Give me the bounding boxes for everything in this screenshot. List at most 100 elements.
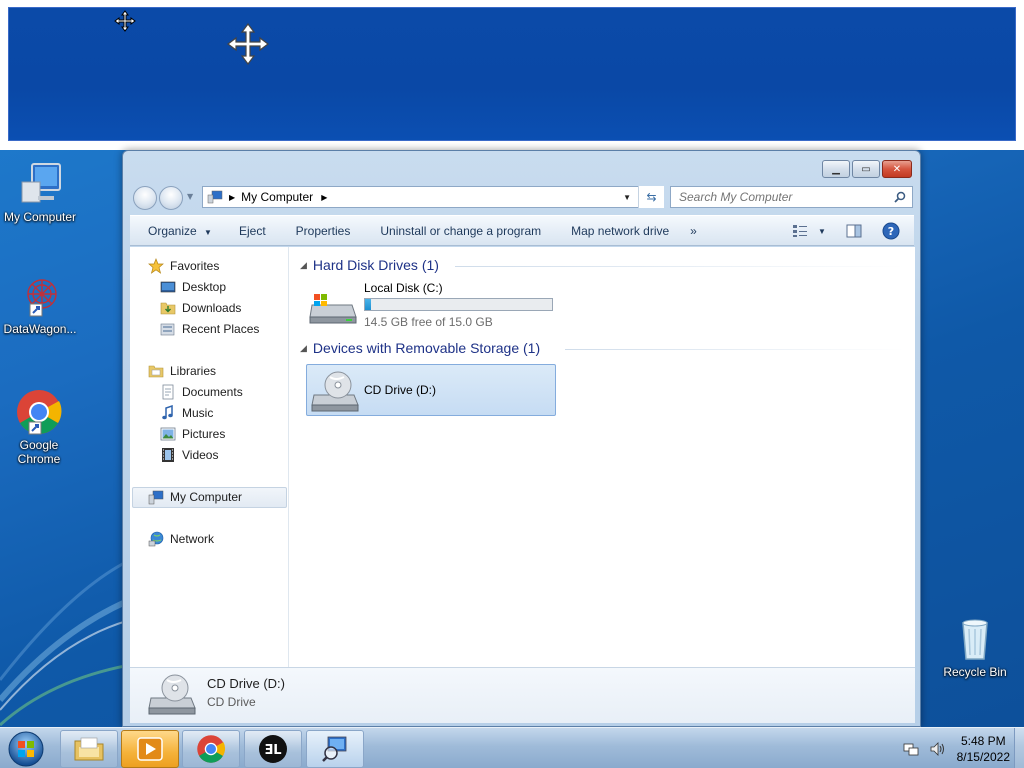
drive-cd-d[interactable]: CD Drive (D:): [306, 364, 556, 416]
back-button[interactable]: [133, 186, 157, 210]
forward-button[interactable]: [159, 186, 183, 210]
nav-label: Pictures: [182, 427, 226, 441]
breadcrumb-my-computer[interactable]: My Computer: [241, 190, 313, 204]
svg-text:ƎL: ƎL: [264, 743, 281, 758]
desktop-icon-label: DataWagon...: [3, 322, 77, 336]
nav-label: Libraries: [170, 364, 217, 378]
nav-label: Desktop: [182, 280, 227, 294]
group-header-hard-disk-drives[interactable]: ◢ Hard Disk Drives (1): [300, 255, 439, 275]
group-title: Hard Disk Drives (1): [312, 257, 439, 273]
chrome-icon: [15, 388, 63, 436]
nav-libraries[interactable]: Libraries: [148, 361, 216, 381]
desktop-icon-my-computer[interactable]: My Computer: [0, 160, 80, 224]
help-icon[interactable]: ?: [882, 222, 900, 240]
eject-button[interactable]: Eject: [224, 224, 281, 238]
collapse-triangle-icon[interactable]: ◢: [300, 343, 307, 354]
drive-name: CD Drive (D:): [364, 383, 436, 397]
map-network-drive-button[interactable]: Map network drive: [556, 224, 684, 238]
taskbar: ƎL 5:48 PM 8/15/2022: [0, 727, 1024, 768]
collapse-triangle-icon[interactable]: ◢: [300, 260, 307, 271]
close-icon: ✕: [892, 163, 902, 175]
explorer-window[interactable]: ▁ ▭ ✕ ▼ ▶ My Computer ▶ ▼ ⇆ Organi: [122, 150, 921, 727]
desktop-icon-datawagon[interactable]: DataWagon...: [0, 272, 80, 336]
desktop-icon: [160, 279, 176, 295]
address-dropdown-icon[interactable]: ▼: [623, 193, 631, 202]
nav-downloads[interactable]: Downloads: [160, 298, 241, 318]
minimize-button[interactable]: ▁: [822, 160, 850, 178]
folder-icon: [74, 737, 104, 761]
network-icon: [148, 531, 164, 547]
move-cursor-icon: [114, 10, 136, 32]
nav-network[interactable]: Network: [148, 529, 214, 549]
command-bar: Organize ▼ Eject Properties Uninstall or…: [130, 215, 914, 246]
desktop-icon-recycle-bin[interactable]: Recycle Bin: [935, 615, 1015, 679]
recent-pages-dropdown-icon[interactable]: ▼: [187, 192, 193, 201]
overlay-window-body[interactable]: [8, 7, 1016, 141]
taskbar-file-explorer[interactable]: [60, 730, 118, 768]
group-title: Devices with Removable Storage (1): [312, 340, 541, 356]
system-tray: 5:48 PM 8/15/2022: [903, 728, 1010, 768]
drive-name: Local Disk (C:): [364, 281, 443, 295]
clock-date: 8/15/2022: [956, 749, 1010, 764]
maximize-button[interactable]: ▭: [852, 160, 880, 178]
clock[interactable]: 5:48 PM 8/15/2022: [957, 733, 1010, 765]
breadcrumb-separator-icon[interactable]: ▶: [229, 193, 235, 202]
preview-pane-icon[interactable]: [846, 224, 862, 238]
search-box[interactable]: [670, 186, 913, 208]
more-commands-button[interactable]: »: [684, 224, 712, 238]
volume-icon[interactable]: [929, 741, 947, 757]
documents-icon: [160, 384, 176, 400]
chrome-icon: [197, 735, 226, 763]
taskbar-media-player[interactable]: [121, 730, 179, 768]
nav-my-computer[interactable]: My Computer: [148, 487, 242, 507]
recycle-bin-icon: [951, 615, 999, 663]
drive-local-disk-c[interactable]: Local Disk (C:) 14.5 GB free of 15.0 GB: [308, 281, 558, 331]
computer-small-icon: [207, 190, 223, 204]
wallpaper-streaks: [0, 558, 130, 727]
taskbar-chrome[interactable]: [182, 730, 240, 768]
group-header-removable-storage[interactable]: ◢ Devices with Removable Storage (1): [300, 338, 540, 358]
computer-icon: [148, 489, 164, 505]
desktop-icon-label: My Computer: [3, 210, 77, 224]
desktop-icon-google-chrome[interactable]: Google Chrome: [0, 388, 78, 466]
recent-places-icon: [160, 321, 176, 337]
address-bar[interactable]: ▶ My Computer ▶ ▼: [202, 186, 664, 208]
drive-usage-bar: [364, 298, 553, 311]
file-list[interactable]: ◢ Hard Disk Drives (1) Local Disk (C:) 1…: [290, 247, 915, 667]
search-input[interactable]: [671, 187, 886, 207]
organize-label: Organize: [148, 223, 197, 238]
change-view-button[interactable]: ▼: [792, 224, 826, 238]
nav-documents[interactable]: Documents: [160, 382, 243, 402]
group-divider: [455, 266, 905, 267]
nav-favorites[interactable]: Favorites: [148, 256, 219, 276]
desktop-icon-label: Google Chrome: [17, 438, 61, 466]
refresh-button[interactable]: ⇆: [638, 186, 664, 208]
nav-videos[interactable]: Videos: [160, 445, 218, 465]
taskbar-my-computer-window[interactable]: [306, 730, 364, 768]
close-button[interactable]: ✕: [882, 160, 912, 178]
breadcrumb-chevron-icon[interactable]: ▶: [321, 193, 327, 202]
properties-button[interactable]: Properties: [281, 224, 366, 238]
move-handle-icon[interactable]: [226, 22, 270, 66]
show-desktop-button[interactable]: [1014, 728, 1024, 768]
chevron-down-icon: ▼: [204, 227, 212, 237]
search-icon[interactable]: [894, 191, 906, 203]
network-status-icon[interactable]: [903, 741, 919, 757]
nav-label: Recent Places: [182, 322, 260, 336]
navigation-pane[interactable]: Favorites Desktop Downloads Recent Place…: [130, 247, 289, 667]
videos-icon: [160, 447, 176, 463]
downloads-folder-icon: [160, 300, 176, 316]
maximize-icon: ▭: [861, 163, 871, 175]
nav-label: Favorites: [170, 259, 220, 273]
drive-free-space: 14.5 GB free of 15.0 GB: [364, 315, 493, 329]
overlay-window[interactable]: [0, 0, 1024, 150]
view-dropdown-icon: ▼: [818, 226, 826, 236]
nav-desktop[interactable]: Desktop: [160, 277, 226, 297]
uninstall-program-button[interactable]: Uninstall or change a program: [365, 224, 556, 238]
start-button[interactable]: [6, 730, 48, 768]
nav-pictures[interactable]: Pictures: [160, 424, 225, 444]
nav-music[interactable]: Music: [160, 403, 213, 423]
taskbar-app-el[interactable]: ƎL: [244, 730, 302, 768]
organize-button[interactable]: Organize ▼: [130, 224, 224, 238]
nav-recent-places[interactable]: Recent Places: [160, 319, 259, 339]
